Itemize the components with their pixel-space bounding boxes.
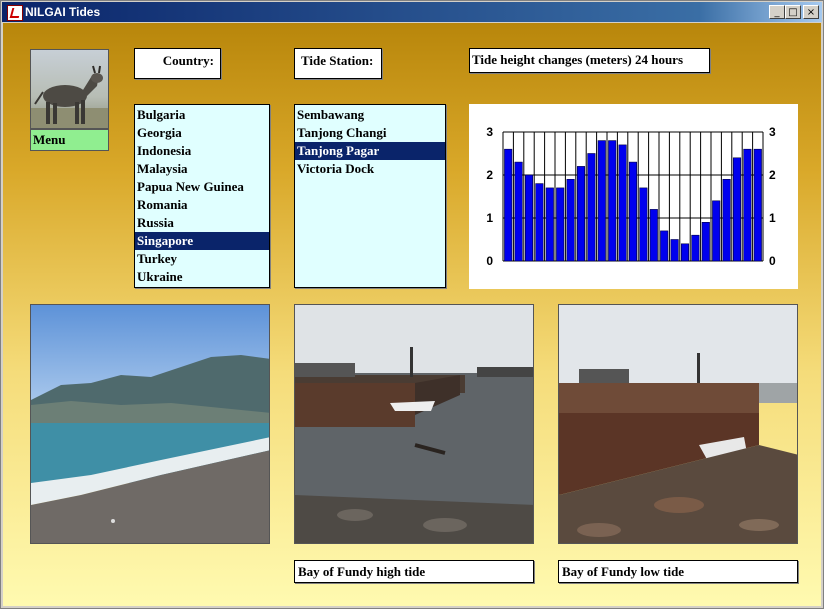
- app-window: NILGAI Tides _ □ × Menu Country: Tide St…: [0, 0, 824, 609]
- chart-bar: [618, 144, 627, 262]
- beach-photo: [30, 304, 270, 544]
- main-panel: Menu Country: Tide Station: Tide height …: [3, 23, 821, 606]
- chart-bar: [670, 239, 679, 262]
- country-list-item[interactable]: Bulgaria: [135, 106, 269, 124]
- country-list-item[interactable]: Turkey: [135, 250, 269, 268]
- chart-bar: [649, 209, 658, 262]
- chart-bar: [691, 234, 700, 262]
- y-tick-label-left: 3: [486, 125, 493, 139]
- nilgai-photo: [30, 49, 109, 129]
- close-button[interactable]: ×: [803, 5, 819, 19]
- high-tide-caption: Bay of Fundy high tide: [294, 560, 534, 583]
- y-tick-label-right: 0: [769, 254, 776, 268]
- y-tick-label-right: 1: [769, 211, 776, 225]
- station-list-item[interactable]: Sembawang: [295, 106, 445, 124]
- y-tick-label-right: 3: [769, 125, 776, 139]
- station-list-item[interactable]: Tanjong Pagar: [295, 142, 445, 160]
- chart-bar: [535, 183, 544, 262]
- y-tick-label-left: 1: [486, 211, 493, 225]
- chart-bar: [524, 174, 534, 262]
- country-list-item[interactable]: Malaysia: [135, 160, 269, 178]
- country-list-item[interactable]: Romania: [135, 196, 269, 214]
- chart-bar: [732, 157, 742, 262]
- chart-title-label: Tide height changes (meters) 24 hours: [469, 48, 710, 73]
- chart-bar: [545, 187, 554, 262]
- chart-bar: [587, 153, 596, 262]
- maximize-button[interactable]: □: [785, 5, 801, 19]
- chart-bar: [628, 161, 638, 262]
- station-list-item[interactable]: Victoria Dock: [295, 160, 445, 178]
- tide-chart: 0 0 1 1 2 2 3 3: [469, 104, 798, 289]
- tide-station-list[interactable]: Sembawang Tanjong Changi Tanjong Pagar Vict…: [294, 104, 446, 288]
- minimize-button[interactable]: _: [769, 5, 785, 19]
- title-bar[interactable]: NILGAI Tides _ □ ×: [2, 2, 822, 22]
- chart-bar: [680, 243, 690, 262]
- chart-bar: [712, 200, 721, 262]
- country-list-item[interactable]: Ukraine: [135, 268, 269, 286]
- chart-bar: [722, 179, 731, 262]
- tide-station-label: Tide Station:: [294, 48, 382, 79]
- country-list-item[interactable]: Indonesia: [135, 142, 269, 160]
- high-tide-photo: [294, 304, 534, 544]
- country-list-item[interactable]: Singapore: [135, 232, 269, 250]
- country-list-item[interactable]: Russia: [135, 214, 269, 232]
- chart-bar: [566, 179, 575, 262]
- menu-button[interactable]: Menu: [30, 129, 109, 151]
- chart-bar: [701, 222, 710, 262]
- chart-bar: [639, 187, 648, 262]
- chart-bar: [504, 148, 513, 262]
- chart-bar: [743, 148, 752, 262]
- country-list-item[interactable]: Papua New Guinea: [135, 178, 269, 196]
- app-icon: [7, 5, 23, 21]
- chart-bar: [576, 166, 586, 262]
- y-tick-label-left: 0: [486, 254, 493, 268]
- y-tick-label-right: 2: [769, 168, 776, 182]
- chart-bar: [556, 187, 565, 262]
- chart-bar: [753, 148, 762, 262]
- country-label: Country:: [134, 48, 221, 79]
- chart-bar: [660, 230, 669, 262]
- low-tide-photo: [558, 304, 798, 544]
- country-list[interactable]: Bulgaria Georgia Indonesia Malaysia Papua Ne…: [134, 104, 270, 288]
- window-title: NILGAI Tides: [25, 5, 101, 19]
- country-list-item[interactable]: Georgia: [135, 124, 269, 142]
- chart-bar: [608, 140, 617, 262]
- low-tide-caption: Bay of Fundy low tide: [558, 560, 798, 583]
- station-list-item[interactable]: Tanjong Changi: [295, 124, 445, 142]
- chart-bar: [514, 161, 523, 262]
- y-tick-label-left: 2: [486, 168, 493, 182]
- chart-bar: [597, 140, 606, 262]
